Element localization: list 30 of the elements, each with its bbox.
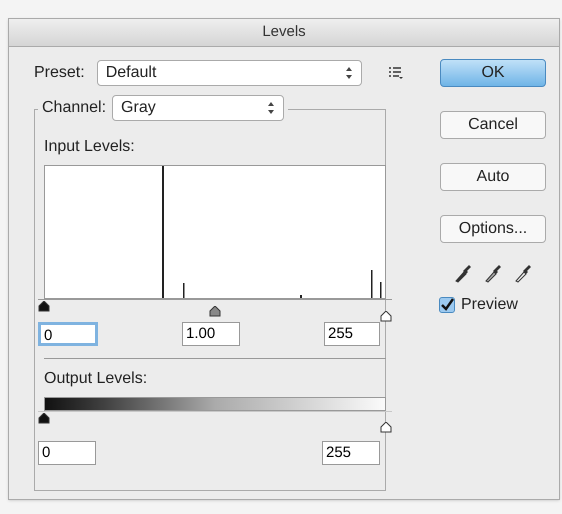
eyedropper-icon[interactable] bbox=[484, 263, 502, 283]
eyedropper-icon[interactable] bbox=[454, 263, 472, 283]
slider-handle[interactable] bbox=[38, 301, 50, 312]
slider-handle[interactable] bbox=[380, 422, 392, 433]
number-field[interactable]: 0 bbox=[38, 441, 96, 465]
number-field[interactable]: 255 bbox=[322, 441, 380, 465]
output-levels-label: Output Levels: bbox=[44, 369, 148, 389]
slider-handle[interactable] bbox=[380, 311, 392, 322]
number-field[interactable]: 1.00 bbox=[182, 322, 240, 346]
number-field[interactable]: 255 bbox=[324, 322, 380, 346]
preset-dropdown[interactable]: Default bbox=[96, 60, 362, 86]
eyedropper-icon[interactable] bbox=[514, 263, 532, 283]
preview-label: Preview bbox=[461, 295, 518, 315]
slider-handle[interactable] bbox=[209, 306, 221, 317]
stepper-icon bbox=[344, 66, 353, 80]
channel-dropdown[interactable]: Gray bbox=[112, 95, 284, 121]
stepper-icon bbox=[267, 101, 276, 115]
slider-handle[interactable] bbox=[38, 413, 50, 424]
number-field[interactable]: 0 bbox=[38, 322, 98, 346]
dialog-button[interactable]: Cancel bbox=[440, 111, 546, 139]
list-menu-icon[interactable] bbox=[388, 66, 404, 80]
dialog-button[interactable]: Auto bbox=[440, 163, 546, 191]
input-levels-label: Input Levels: bbox=[44, 137, 136, 157]
channel-label: Channel: bbox=[42, 98, 106, 118]
checkmark-icon bbox=[440, 298, 454, 312]
dialog-button[interactable]: Options... bbox=[440, 215, 546, 243]
window-title: Levels bbox=[262, 22, 306, 42]
dialog-button[interactable]: OK bbox=[440, 59, 546, 87]
preview-checkbox[interactable] bbox=[439, 297, 455, 313]
preset-label: Preset: bbox=[34, 63, 85, 83]
